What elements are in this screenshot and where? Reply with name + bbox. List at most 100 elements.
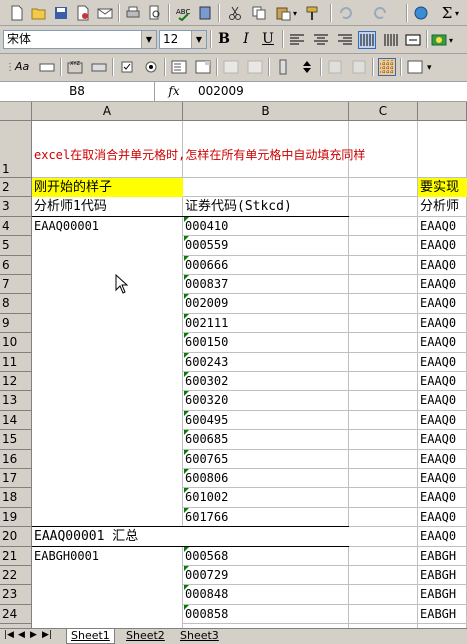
- result-cell[interactable]: EAAQ0: [418, 469, 467, 488]
- format-painter-icon[interactable]: [304, 4, 322, 22]
- row-header[interactable]: 14: [0, 410, 32, 431]
- spinner-icon[interactable]: [298, 58, 316, 76]
- column-label-analyst-right[interactable]: 分析师: [418, 197, 467, 216]
- stock-code-cell[interactable]: 600806: [183, 469, 349, 488]
- tab-sheet3[interactable]: Sheet3: [176, 629, 223, 643]
- align-center-icon[interactable]: [312, 31, 330, 49]
- research-icon[interactable]: [196, 4, 214, 22]
- row-header[interactable]: 4: [0, 216, 32, 237]
- email-icon[interactable]: [96, 4, 114, 22]
- row-header[interactable]: 2: [0, 178, 32, 198]
- result-cell[interactable]: EAAQ0: [418, 450, 467, 469]
- row-header[interactable]: 8: [0, 294, 32, 314]
- paste-icon[interactable]: [274, 4, 292, 22]
- result-cell[interactable]: EAAQ0: [418, 294, 467, 313]
- result-cell[interactable]: EAAQ0: [418, 430, 467, 449]
- first-sheet-icon[interactable]: |◀: [4, 630, 14, 640]
- undo-icon[interactable]: [336, 4, 354, 22]
- row-header[interactable]: 7: [0, 275, 32, 295]
- cut-icon[interactable]: [226, 4, 244, 22]
- group-total-cell[interactable]: EAAQ00001 汇总: [32, 527, 349, 547]
- sheet-title[interactable]: excel在取消合并单元格时,怎样在所有单元格中自动填充同样: [32, 121, 467, 178]
- stock-code-cell[interactable]: 000568: [183, 547, 349, 566]
- result-cell[interactable]: EAAQ0: [418, 333, 467, 352]
- edit-box-icon[interactable]: [38, 58, 56, 76]
- row-header[interactable]: 11: [0, 352, 32, 372]
- column-label-stock[interactable]: 证券代码(Stkcd): [183, 197, 349, 217]
- stock-code-cell[interactable]: 000837: [183, 275, 349, 294]
- stock-code-cell[interactable]: 002009: [183, 294, 349, 313]
- combo-dropdown-edit-icon[interactable]: [246, 58, 264, 76]
- merged-analyst-cell[interactable]: EABGH0001: [32, 546, 182, 628]
- font-name-combo[interactable]: 宋体 ▼: [3, 30, 157, 49]
- result-cell[interactable]: EAAQ0: [418, 256, 467, 275]
- underline-button[interactable]: U: [258, 29, 278, 49]
- list-box-icon[interactable]: [170, 58, 188, 76]
- result-cell[interactable]: EAAQ0: [418, 353, 467, 372]
- row-header[interactable]: 12: [0, 372, 32, 392]
- align-left-icon[interactable]: [288, 31, 306, 49]
- row-header[interactable]: 20: [0, 527, 32, 547]
- row-header[interactable]: 18: [0, 488, 32, 508]
- save-icon[interactable]: [52, 4, 70, 22]
- print-icon[interactable]: [124, 4, 142, 22]
- currency-dropdown-icon[interactable]: ▾: [448, 31, 458, 49]
- result-cell[interactable]: EAAQ0: [418, 527, 467, 546]
- stock-code-cell[interactable]: 601766: [183, 508, 349, 527]
- hyperlink-icon[interactable]: [412, 4, 430, 22]
- distributed-indent-icon[interactable]: [382, 31, 400, 49]
- result-cell[interactable]: EAAQ0: [418, 508, 467, 527]
- last-sheet-icon[interactable]: ▶|: [42, 630, 52, 640]
- result-cell[interactable]: EAAQ0: [418, 217, 467, 236]
- chevron-down-icon[interactable]: ▼: [191, 31, 206, 48]
- row-header[interactable]: 5: [0, 236, 32, 256]
- toolbar-grip-icon[interactable]: ⋮: [4, 58, 15, 76]
- header-cell-original[interactable]: 刚开始的样子: [32, 178, 183, 198]
- button-control-icon[interactable]: [90, 58, 108, 76]
- merged-analyst-cell[interactable]: EAAQ00001: [32, 216, 182, 527]
- checkbox-icon[interactable]: [118, 58, 136, 76]
- stock-code-cell[interactable]: 000666: [183, 256, 349, 275]
- redo-icon[interactable]: [372, 4, 390, 22]
- stock-code-cell[interactable]: 000729: [183, 566, 349, 585]
- result-cell[interactable]: EAAQ0: [418, 391, 467, 410]
- italic-button[interactable]: I: [236, 29, 256, 49]
- toggle-grid-icon[interactable]: [378, 58, 396, 76]
- stock-code-cell[interactable]: 600765: [183, 450, 349, 469]
- row-header[interactable]: 13: [0, 391, 32, 411]
- stock-code-cell[interactable]: 600320: [183, 391, 349, 410]
- name-box[interactable]: B8: [0, 82, 155, 101]
- stock-code-cell[interactable]: 600685: [183, 430, 349, 449]
- stock-code-cell[interactable]: 601002: [183, 488, 349, 507]
- chevron-down-icon[interactable]: ▼: [141, 31, 156, 48]
- row-header[interactable]: 3: [0, 197, 32, 217]
- copy-icon[interactable]: [250, 4, 268, 22]
- result-cell[interactable]: EAAQ0: [418, 236, 467, 255]
- stock-code-cell[interactable]: 002111: [183, 314, 349, 333]
- result-cell[interactable]: EABGH: [418, 585, 467, 604]
- merge-center-icon[interactable]: [404, 31, 422, 49]
- stock-code-cell[interactable]: 000858: [183, 605, 349, 624]
- row-header[interactable]: 19: [0, 507, 32, 528]
- row-header[interactable]: 22: [0, 566, 32, 586]
- bold-button[interactable]: B: [214, 29, 234, 49]
- insert-function-icon[interactable]: fx: [160, 82, 188, 101]
- prev-sheet-icon[interactable]: ◀: [18, 630, 25, 640]
- distributed-align-icon[interactable]: [358, 31, 376, 49]
- stock-code-cell[interactable]: 600302: [183, 372, 349, 391]
- row-header[interactable]: 1: [0, 121, 32, 178]
- new-file-icon[interactable]: [8, 4, 26, 22]
- print-preview-icon[interactable]: [146, 4, 164, 22]
- group-box-icon[interactable]: XYZ: [66, 58, 84, 76]
- edit-code-icon[interactable]: [350, 58, 368, 76]
- select-all-corner[interactable]: [0, 102, 32, 121]
- combo-list-edit-icon[interactable]: [222, 58, 240, 76]
- font-size-combo[interactable]: 12 ▼: [159, 30, 207, 49]
- header-cell-goal[interactable]: 要实现: [418, 178, 467, 198]
- result-cell[interactable]: EABGH: [418, 566, 467, 585]
- stock-code-cell[interactable]: 000559: [183, 236, 349, 255]
- tab-sheet2[interactable]: Sheet2: [122, 629, 169, 643]
- permission-icon[interactable]: [74, 4, 92, 22]
- result-cell[interactable]: EAAQ0: [418, 411, 467, 430]
- row-header[interactable]: 16: [0, 449, 32, 469]
